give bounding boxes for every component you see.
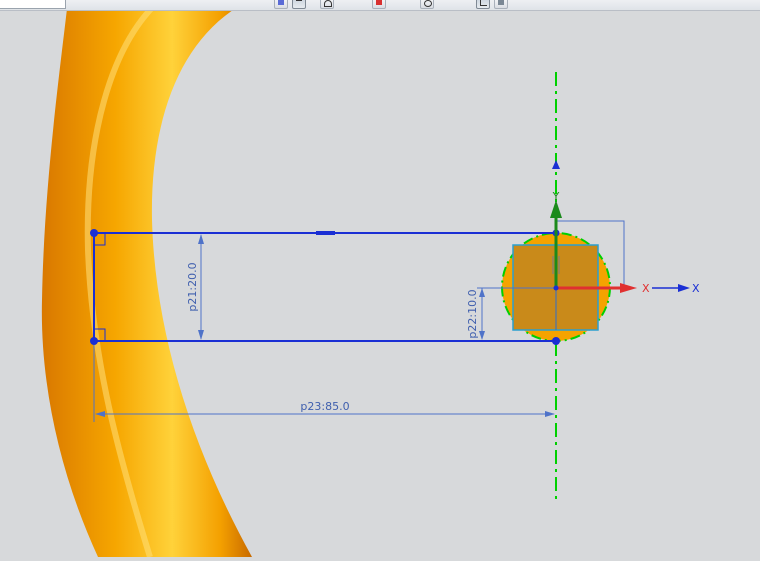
dimension-height-label[interactable]: p21:20.0 [186, 262, 199, 311]
x-axis-label: X [692, 282, 700, 295]
constraint-icon[interactable] [372, 0, 386, 9]
sketch-canvas[interactable]: p21:20.0 p22:10.0 p23:85.0 Y X X [0, 0, 760, 558]
x-axis-red-label: X [642, 282, 650, 295]
dimension-half-height-label[interactable]: p22:10.0 [466, 289, 479, 338]
torus-body [41, 0, 253, 558]
circle-icon[interactable] [420, 0, 434, 9]
dimension-offset-label[interactable]: p23:85.0 [300, 400, 349, 413]
sketch-origin[interactable] [553, 285, 559, 291]
toolbar [0, 0, 760, 11]
arc-icon[interactable] [320, 0, 334, 9]
selection-filter-dropdown[interactable] [0, 0, 66, 9]
line-icon[interactable] [292, 0, 306, 9]
dimension-height[interactable]: p21:20.0 [186, 234, 204, 340]
graphics-window[interactable]: p21:20.0 p22:10.0 p23:85.0 Y X X [0, 0, 760, 558]
view-icon[interactable] [494, 0, 508, 9]
y-axis-label: Y [552, 190, 560, 203]
snap-icon[interactable] [476, 0, 490, 9]
sketch-icon[interactable] [274, 0, 288, 9]
